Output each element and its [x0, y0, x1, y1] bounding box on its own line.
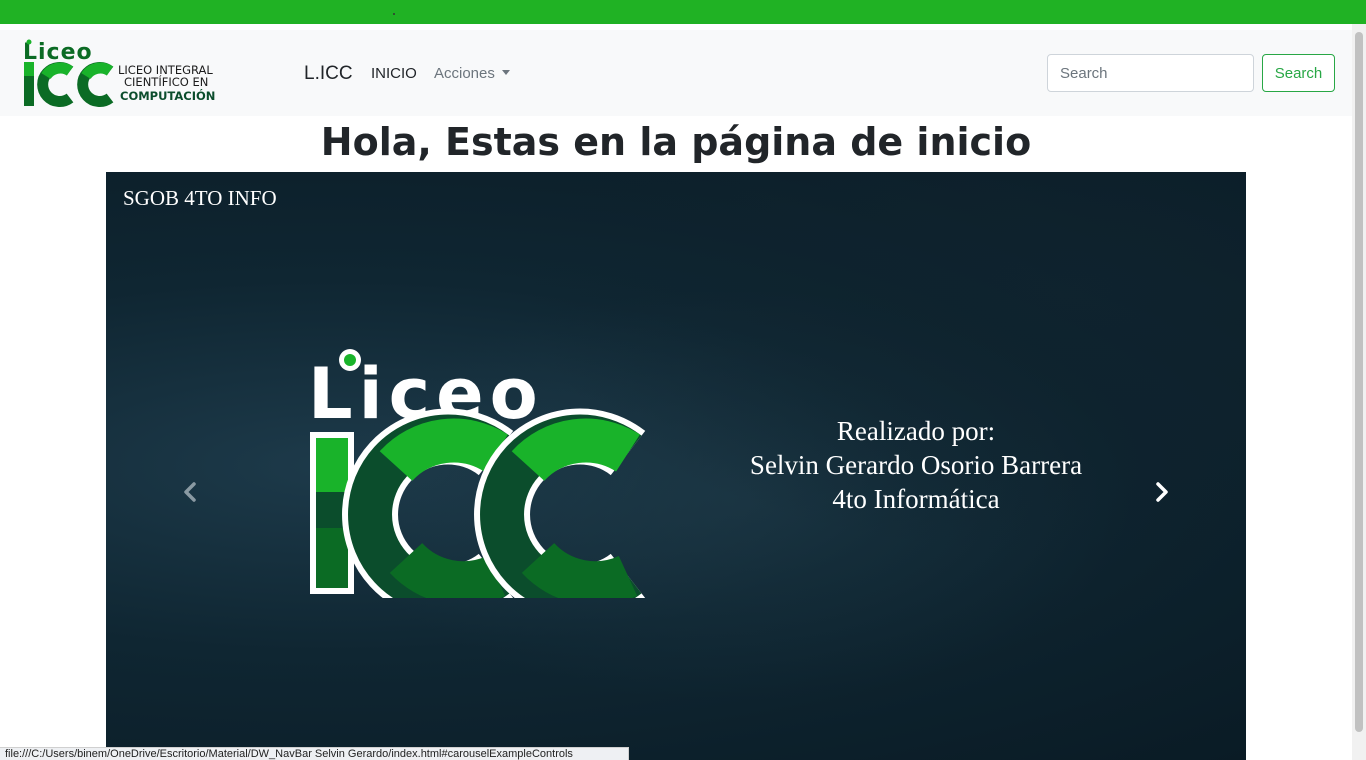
credit-line-3: 4to Informática — [832, 484, 1000, 514]
dot-mark — [393, 13, 395, 15]
nav-item-acciones-label: Acciones — [434, 65, 495, 82]
carousel-logo-image: Liceo — [308, 349, 646, 598]
logo-line-2: CIENTÍFICO EN — [124, 74, 208, 89]
search-button[interactable]: Search — [1262, 54, 1335, 92]
scrollbar-thumb[interactable] — [1355, 32, 1363, 732]
page-heading: Hola, Estas en la página de inicio — [320, 120, 1032, 164]
carousel-prev-button[interactable] — [176, 477, 206, 507]
navbar-brand[interactable]: L.ICC — [304, 63, 353, 85]
nav-item-inicio[interactable]: INICIO — [371, 65, 417, 82]
carousel: SGOB 4TO INFO Liceo Realizado por: Selvi… — [106, 172, 1246, 760]
chevron-right-icon — [1156, 482, 1168, 502]
logo-word-liceo: Liceo — [23, 40, 93, 65]
credit-line-1: Realizado por: — [836, 416, 996, 446]
site-logo[interactable]: Liceo LICEO INTEGRAL CIENTÍFICO EN COMPU… — [22, 38, 222, 108]
chevron-left-icon — [184, 482, 196, 502]
carousel-next-button[interactable] — [1146, 477, 1176, 507]
search-input[interactable] — [1047, 54, 1254, 92]
caret-down-icon — [501, 70, 510, 75]
scrollbar[interactable] — [1352, 24, 1366, 760]
nav-item-acciones-dropdown[interactable]: Acciones — [434, 65, 510, 82]
browser-top-bar — [0, 0, 1366, 24]
slide-tag: SGOB 4TO INFO — [123, 186, 277, 210]
logo-line-3: COMPUTACIÓN — [120, 88, 215, 103]
browser-status-url: file:///C:/Users/binem/OneDrive/Escritor… — [0, 747, 629, 760]
slide-credit: Realizado por: Selvin Gerardo Osorio Bar… — [696, 414, 1136, 516]
credit-line-2: Selvin Gerardo Osorio Barrera — [749, 450, 1083, 480]
